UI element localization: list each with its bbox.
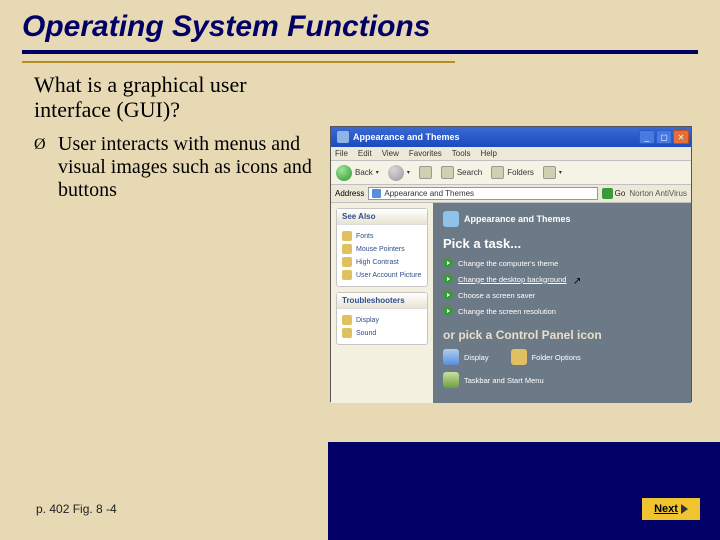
- window-content: See Also Fonts Mouse Pointers High Contr…: [331, 203, 691, 403]
- left-panel: See Also Fonts Mouse Pointers High Contr…: [331, 203, 433, 403]
- go-button[interactable]: Go: [602, 188, 626, 199]
- menu-view[interactable]: View: [382, 149, 399, 158]
- troubleshoot-item[interactable]: Sound: [342, 328, 422, 338]
- cursor-icon: [573, 277, 581, 288]
- menu-favorites[interactable]: Favorites: [409, 149, 442, 158]
- address-input[interactable]: Appearance and Themes: [368, 187, 597, 200]
- task-link-hover[interactable]: Change the desktop background: [443, 274, 681, 284]
- folder-options-icon: [511, 349, 527, 365]
- go-label: Go: [615, 189, 626, 198]
- address-label: Address: [335, 189, 364, 198]
- taskbar-icon: [443, 372, 459, 388]
- menu-edit[interactable]: Edit: [358, 149, 372, 158]
- see-also-item[interactable]: Fonts: [342, 231, 422, 241]
- troubleshoot-panel: Troubleshooters Display Sound: [336, 292, 428, 345]
- menu-file[interactable]: File: [335, 149, 348, 158]
- cp-folder-options[interactable]: Folder Options: [511, 349, 581, 365]
- cp-display[interactable]: Display: [443, 349, 489, 365]
- window-buttons: _ ▢ ✕: [639, 130, 689, 144]
- menu-help[interactable]: Help: [480, 149, 496, 158]
- back-button[interactable]: Back ▾: [336, 165, 379, 181]
- see-also-panel: See Also Fonts Mouse Pointers High Contr…: [336, 208, 428, 287]
- footer-band: p. 402 Fig. 8 -4 Next: [0, 442, 720, 540]
- cp-icon-row: Taskbar and Start Menu: [443, 372, 681, 388]
- body-region: What is a graphical user interface (GUI)…: [34, 72, 319, 202]
- menu-tools[interactable]: Tools: [452, 149, 471, 158]
- toolbar: Back ▾ ▾ Search Folders ▾: [331, 161, 691, 185]
- task-arrow-icon: [443, 258, 453, 268]
- window-title: Appearance and Themes: [353, 132, 639, 142]
- up-icon: [419, 166, 432, 179]
- back-label: Back: [355, 168, 373, 177]
- forward-button[interactable]: ▾: [388, 165, 410, 181]
- or-pick-heading: or pick a Control Panel icon: [443, 328, 681, 342]
- cp-taskbar[interactable]: Taskbar and Start Menu: [443, 372, 544, 388]
- next-label: Next: [654, 503, 678, 515]
- category-icon: [443, 211, 459, 227]
- close-button[interactable]: ✕: [673, 130, 689, 144]
- address-icon: [372, 189, 381, 198]
- title-rules: [22, 50, 698, 63]
- pick-task-heading: Pick a task...: [443, 236, 681, 251]
- folders-button[interactable]: Folders: [491, 166, 534, 179]
- screenshot-window: Appearance and Themes _ ▢ ✕ File Edit Vi…: [330, 126, 692, 402]
- task-arrow-icon: [443, 290, 453, 300]
- contrast-icon: [342, 257, 352, 267]
- next-arrow-icon: [681, 504, 688, 514]
- see-also-item[interactable]: User Account Picture: [342, 270, 422, 280]
- views-button[interactable]: ▾: [543, 166, 562, 179]
- category-title: Appearance and Themes: [464, 214, 571, 224]
- slide: Operating System Functions What is a gra…: [0, 0, 720, 540]
- task-arrow-icon: [443, 306, 453, 316]
- rule-navy: [22, 50, 698, 54]
- category-header: Appearance and Themes: [443, 211, 681, 227]
- title-region: Operating System Functions: [0, 0, 720, 63]
- address-bar: Address Appearance and Themes Go Norton …: [331, 185, 691, 203]
- question-text: What is a graphical user interface (GUI)…: [34, 72, 319, 123]
- troubleshoot-heading: Troubleshooters: [337, 293, 427, 309]
- views-icon: [543, 166, 556, 179]
- menubar: File Edit View Favorites Tools Help: [331, 147, 691, 161]
- minimize-button[interactable]: _: [639, 130, 655, 144]
- page-reference: p. 402 Fig. 8 -4: [36, 502, 117, 516]
- go-icon: [602, 188, 613, 199]
- bullet-text: User interacts with menus and visual ima…: [58, 133, 319, 202]
- rule-gold: [22, 61, 455, 63]
- task-arrow-icon: [443, 274, 453, 284]
- cp-icon-row: Display Folder Options: [443, 349, 681, 365]
- see-also-item[interactable]: Mouse Pointers: [342, 244, 422, 254]
- display-icon: [443, 349, 459, 365]
- troubleshoot-item[interactable]: Display: [342, 315, 422, 325]
- see-also-item[interactable]: High Contrast: [342, 257, 422, 267]
- fonts-icon: [342, 231, 352, 241]
- up-button[interactable]: [419, 166, 432, 179]
- folders-label: Folders: [507, 168, 534, 177]
- footer-blue-band: [328, 442, 720, 540]
- user-pic-icon: [342, 270, 352, 280]
- folders-icon: [491, 166, 504, 179]
- window-icon: [337, 131, 349, 143]
- task-link[interactable]: Choose a screen saver: [443, 290, 681, 300]
- task-link[interactable]: Change the screen resolution: [443, 306, 681, 316]
- forward-icon: [388, 165, 404, 181]
- task-link[interactable]: Change the computer's theme: [443, 258, 681, 268]
- sound-ts-icon: [342, 328, 352, 338]
- bullet-mark: Ø: [34, 133, 58, 202]
- search-icon: [441, 166, 454, 179]
- see-also-heading: See Also: [337, 209, 427, 225]
- next-button[interactable]: Next: [642, 498, 700, 520]
- norton-label: Norton AntiVirus: [629, 189, 687, 198]
- back-icon: [336, 165, 352, 181]
- slide-title: Operating System Functions: [22, 10, 698, 44]
- address-value: Appearance and Themes: [384, 189, 474, 198]
- mouse-icon: [342, 244, 352, 254]
- search-button[interactable]: Search: [441, 166, 482, 179]
- bullet-row: Ø User interacts with menus and visual i…: [34, 133, 319, 202]
- display-ts-icon: [342, 315, 352, 325]
- window-titlebar: Appearance and Themes _ ▢ ✕: [331, 127, 691, 147]
- right-panel: Appearance and Themes Pick a task... Cha…: [433, 203, 691, 403]
- search-label: Search: [457, 168, 482, 177]
- maximize-button[interactable]: ▢: [656, 130, 672, 144]
